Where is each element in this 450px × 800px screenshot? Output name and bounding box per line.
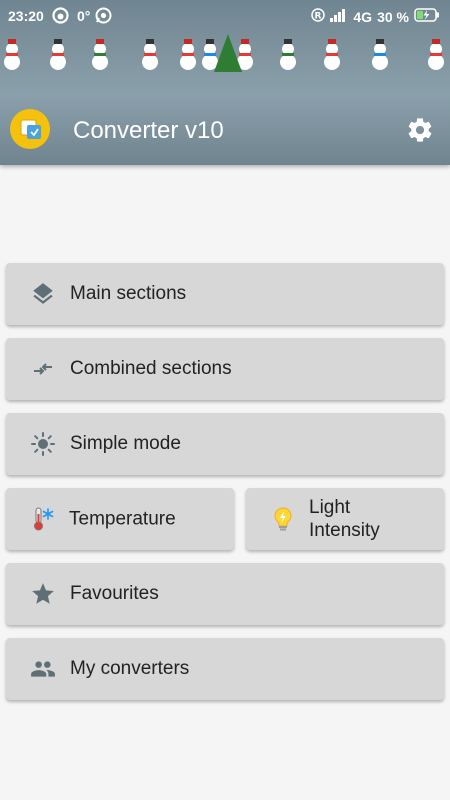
compare-arrows-icon [30, 356, 56, 382]
combined-sections-label: Combined sections [70, 358, 232, 379]
app-logo-icon [10, 109, 50, 149]
snowman-decoration [142, 39, 158, 70]
snowman-decoration [4, 39, 20, 70]
sun-icon [30, 431, 56, 457]
snowman-decoration [180, 39, 196, 70]
settings-button[interactable] [406, 116, 434, 144]
status-bar: 23:20 0° R 4G 30 % [0, 0, 450, 32]
simple-mode-button[interactable]: Simple mode [6, 413, 444, 475]
my-converters-label: My converters [70, 658, 190, 679]
app-root: 23:20 0° R 4G 30 % Converter v10 Main se… [0, 0, 450, 800]
snowman-decoration [92, 39, 108, 70]
temperature-label: Temperature [69, 508, 176, 530]
roaming-icon: R [311, 8, 326, 25]
layers-icon [30, 281, 56, 307]
svg-text:R: R [315, 12, 322, 22]
decorative-snowmen-banner [0, 32, 450, 76]
christmas-tree-decoration [214, 34, 242, 72]
status-temperature: 0° [77, 8, 91, 24]
main-sections-label: Main sections [70, 283, 187, 304]
people-icon [30, 656, 56, 682]
star-icon [30, 581, 56, 607]
snowman-decoration [280, 39, 296, 70]
snowman-decoration [372, 39, 388, 70]
snowman-decoration [324, 39, 340, 70]
signal-icon [330, 8, 348, 25]
combined-sections-button[interactable]: Combined sections [6, 338, 444, 400]
lightbulb-icon [270, 506, 296, 532]
snowman-decoration [50, 39, 66, 70]
battery-percent: 30 % [377, 8, 409, 25]
thermometer-snowflake-icon [30, 506, 56, 532]
my-converters-button[interactable]: My converters [6, 638, 444, 700]
app-header: 23:20 0° R 4G 30 % Converter v10 [0, 0, 450, 165]
whatsapp-icon [95, 7, 112, 27]
notification-icon [52, 7, 69, 27]
status-right-group: R 4G 30 % [311, 8, 440, 25]
app-title: Converter v10 [73, 117, 224, 144]
light-intensity-label: Light Intensity [309, 497, 380, 541]
snowman-decoration [202, 39, 218, 70]
network-type: 4G [353, 8, 373, 25]
simple-mode-label: Simple mode [70, 433, 181, 454]
main-sections-button[interactable]: Main sections [6, 263, 444, 325]
gear-icon [408, 118, 432, 142]
status-time: 23:20 [8, 8, 44, 24]
snowman-decoration [428, 39, 444, 70]
light-intensity-button[interactable]: Light Intensity [246, 488, 444, 550]
battery-charging-icon [414, 8, 440, 25]
toolbar: Converter v10 [0, 106, 450, 156]
favourites-button[interactable]: Favourites [6, 563, 444, 625]
temperature-button[interactable]: Temperature [6, 488, 234, 550]
favourites-label: Favourites [70, 583, 159, 604]
